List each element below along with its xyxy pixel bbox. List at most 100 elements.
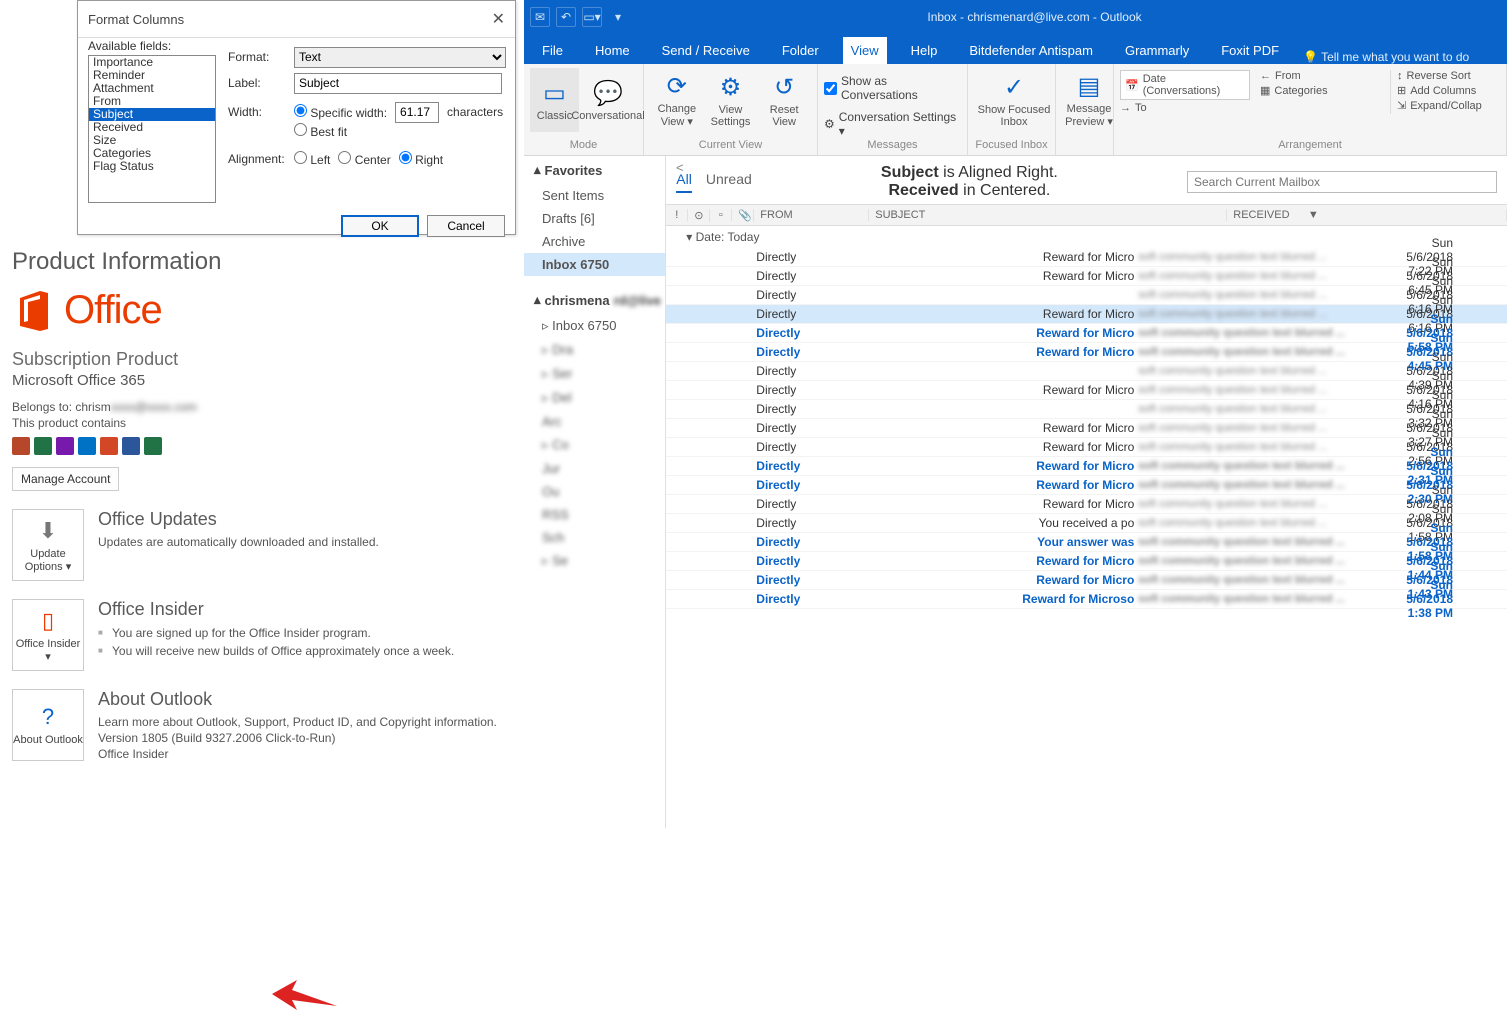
conversation-settings-button[interactable]: ⚙ Conversation Settings ▾ [824, 110, 961, 138]
label-input[interactable] [294, 73, 502, 94]
message-row[interactable]: DirectlyReward for Microsoft community q… [666, 495, 1507, 514]
ok-button[interactable]: OK [341, 215, 419, 237]
arrange-from[interactable]: ← From [1260, 70, 1380, 82]
tab-help[interactable]: Help [903, 37, 946, 64]
favorites-group[interactable]: ▴ Favorites [524, 156, 665, 184]
message-row[interactable]: Directlysoft community question text blu… [666, 286, 1507, 305]
arrange-categories[interactable]: ▦ Categories [1260, 84, 1380, 97]
tab-sendreceive[interactable]: Send / Receive [654, 37, 758, 64]
reset-view-button[interactable]: ↺Reset View [757, 68, 811, 132]
message-row[interactable]: Directlysoft community question text blu… [666, 400, 1507, 419]
tab-grammarly[interactable]: Grammarly [1117, 37, 1197, 64]
message-row[interactable]: Directlysoft community question text blu… [666, 362, 1507, 381]
account-group[interactable]: ▴ chrismenard@live [524, 286, 665, 314]
nav-item[interactable]: ▹ Ser [524, 362, 665, 386]
align-center-radio[interactable] [338, 151, 351, 164]
arrange-to[interactable]: → To [1120, 102, 1250, 114]
tab-home[interactable]: Home [587, 37, 638, 64]
nav-item[interactable]: Inbox 6750 [524, 253, 665, 276]
view-settings-button[interactable]: ⚙View Settings [704, 68, 758, 132]
change-view-button[interactable]: ⟳Change View ▾ [650, 68, 704, 132]
align-left-radio[interactable] [294, 151, 307, 164]
product-contains: This product contains [12, 415, 517, 431]
nav-item[interactable]: ▹ Se [524, 549, 665, 573]
icon-col[interactable]: ▫ [710, 209, 732, 221]
insider-bullet-1: You are signed up for the Office Insider… [98, 624, 517, 642]
tell-me[interactable]: 💡 Tell me what you want to do [1303, 50, 1469, 64]
nav-item[interactable]: Ou [524, 480, 665, 503]
col-from[interactable]: FROM [754, 209, 869, 221]
message-row[interactable]: DirectlyReward for Microsoft community q… [666, 457, 1507, 476]
importance-icon[interactable]: ! [666, 209, 688, 221]
nav-item[interactable]: ▹ Del [524, 386, 665, 410]
qa-customize-icon[interactable]: ▾ [608, 7, 628, 27]
message-row[interactable]: DirectlyYou received a posoft community … [666, 514, 1507, 533]
nav-item[interactable]: Drafts [6] [524, 207, 665, 230]
update-options-button[interactable]: ⬇ Update Options ▾ [12, 509, 84, 581]
app-icon [78, 437, 96, 455]
message-list: All Unread Subject is Aligned Right. Rec… [666, 156, 1507, 828]
search-input[interactable] [1187, 171, 1497, 193]
available-fields-list[interactable]: ImportanceReminderAttachmentFromSubjectR… [88, 55, 216, 203]
message-row[interactable]: DirectlyReward for Microsoft community q… [666, 476, 1507, 495]
nav-item[interactable]: Arc [524, 410, 665, 433]
message-row[interactable]: DirectlyReward for Microsoft community q… [666, 248, 1507, 267]
format-select[interactable]: Text [294, 47, 506, 68]
nav-item[interactable]: Jur [524, 457, 665, 480]
col-received[interactable]: RECEIVED ▼ [1227, 209, 1507, 221]
tab-unread[interactable]: Unread [706, 171, 752, 193]
qa-send-receive-icon[interactable]: ✉ [530, 7, 550, 27]
cancel-button[interactable]: Cancel [427, 215, 505, 237]
message-row[interactable]: DirectlyReward for Microsoft community q… [666, 419, 1507, 438]
expand-collapse-button[interactable]: ⇲ Expand/Collap [1397, 99, 1482, 112]
reminder-icon[interactable]: ⊙ [688, 209, 710, 222]
nav-item[interactable]: Sent Items [524, 184, 665, 207]
message-row[interactable]: DirectlyReward for Microsoft community q… [666, 438, 1507, 457]
message-row[interactable]: DirectlyReward for Microsoft community q… [666, 552, 1507, 571]
focused-inbox-button[interactable]: ✓Show Focused Inbox [974, 68, 1054, 132]
nav-item[interactable]: ▹ Co [524, 433, 665, 457]
tab-file[interactable]: File [534, 37, 571, 64]
classic-button[interactable]: ▭Classic [530, 68, 579, 132]
message-row[interactable]: DirectlyReward for Microsoft community q… [666, 324, 1507, 343]
qa-undo-icon[interactable]: ↶ [556, 7, 576, 27]
message-row[interactable]: DirectlyReward for Microsoft community q… [666, 381, 1507, 400]
best-fit-radio[interactable] [294, 123, 307, 136]
col-subject[interactable]: SUBJECT [869, 209, 1227, 221]
message-row[interactable]: DirectlyReward for Microsoft community q… [666, 305, 1507, 324]
align-right-radio[interactable] [399, 151, 412, 164]
close-icon[interactable]: ✕ [492, 9, 505, 29]
nav-item[interactable]: ▹ Dra [524, 338, 665, 362]
message-preview-button[interactable]: ▤Message Preview ▾ [1062, 68, 1116, 132]
message-row[interactable]: DirectlyYour answer wassoft community qu… [666, 533, 1507, 552]
nav-item[interactable]: Archive [524, 230, 665, 253]
date-group-today[interactable]: ▾ Date: Today [666, 226, 1507, 248]
tab-bitdefenderantispam[interactable]: Bitdefender Antispam [961, 37, 1101, 64]
office-insider-button[interactable]: ▯ Office Insider ▾ [12, 599, 84, 671]
tab-view[interactable]: View [843, 37, 887, 64]
tab-folder[interactable]: Folder [774, 37, 827, 64]
message-row[interactable]: DirectlyReward for Micrososoft community… [666, 590, 1507, 609]
message-row[interactable]: DirectlyReward for Microsoft community q… [666, 267, 1507, 286]
add-columns-button[interactable]: ⊞ Add Columns [1397, 84, 1482, 97]
manage-account-button[interactable]: Manage Account [12, 467, 119, 491]
specific-width-radio[interactable] [294, 104, 307, 117]
width-input[interactable] [395, 102, 439, 123]
nav-item[interactable]: RSS [524, 503, 665, 526]
collapse-nav-icon[interactable]: < [676, 160, 684, 175]
about-outlook-button[interactable]: ? About Outlook [12, 689, 84, 761]
show-conversations-checkbox[interactable]: Show as Conversations [824, 74, 961, 102]
attachment-icon[interactable]: 📎 [732, 209, 754, 222]
nav-item[interactable]: Sch [524, 526, 665, 549]
conversational-button[interactable]: 💬Conversational [579, 68, 637, 132]
arrange-date[interactable]: 📅 Date (Conversations) [1120, 70, 1250, 100]
message-row[interactable]: DirectlyReward for Microsoft community q… [666, 571, 1507, 590]
reverse-sort-button[interactable]: ↕ Reverse Sort [1397, 70, 1482, 82]
app-icon [122, 437, 140, 455]
nav-item[interactable]: ▹ Inbox 6750 [524, 314, 665, 338]
classic-icon: ▭ [543, 79, 566, 108]
tab-foxitpdf[interactable]: Foxit PDF [1213, 37, 1287, 64]
qa-view-icon[interactable]: ▭▾ [582, 7, 602, 27]
message-row[interactable]: DirectlyReward for Microsoft community q… [666, 343, 1507, 362]
field-flag-status[interactable]: Flag Status [89, 160, 215, 173]
